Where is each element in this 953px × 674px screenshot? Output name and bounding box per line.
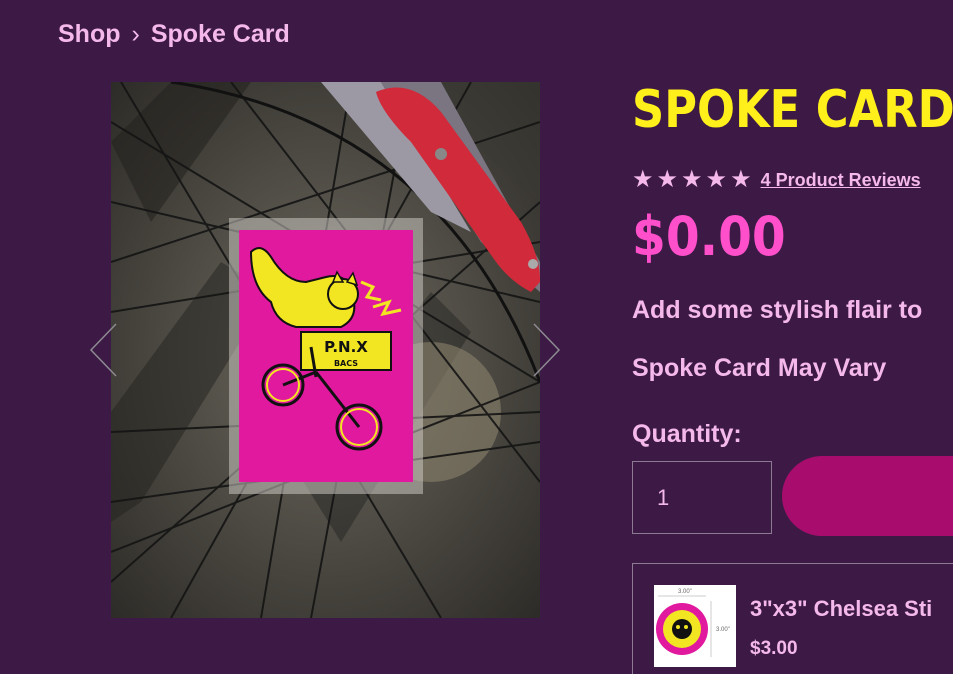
upsell-price: $3.00: [750, 638, 798, 659]
sticker-dim-top: 3.00": [678, 589, 692, 595]
product-description: Add some stylish flair to: [632, 296, 923, 324]
product-title: SPOKE CARD: [632, 80, 953, 140]
card-logo-text: P.N.X: [324, 338, 368, 356]
product-variation-note: Spoke Card May Vary: [632, 354, 887, 382]
upsell-thumbnail[interactable]: 3.00" 3.00": [654, 585, 736, 667]
star-icon: ★: [681, 166, 703, 193]
upsell-name[interactable]: 3"x3" Chelsea Sti: [750, 596, 932, 622]
star-icon: ★: [632, 166, 654, 193]
sticker-image: 3.00" 3.00": [656, 589, 730, 657]
breadcrumb-current: Spoke Card: [150, 20, 290, 48]
product-page: Shop › Spoke Card P.N.X BACS SPOKE CARD …: [0, 0, 953, 674]
star-rating: ★ ★ ★ ★ ★: [632, 168, 752, 192]
quantity-input[interactable]: [632, 461, 772, 534]
product-image[interactable]: P.N.X BACS: [111, 82, 540, 618]
add-to-cart-button[interactable]: [782, 456, 953, 536]
star-icon: ★: [656, 166, 679, 193]
reviews-link[interactable]: 4 Product Reviews: [761, 170, 921, 191]
product-rating: ★ ★ ★ ★ ★ 4 Product Reviews: [632, 168, 921, 192]
quantity-label: Quantity:: [632, 420, 742, 448]
previous-image-chevron-icon[interactable]: [88, 322, 120, 378]
sticker-dim-side: 3.00": [716, 627, 730, 633]
upsell-product[interactable]: 3.00" 3.00" 3"x3" Chelsea Sti $3.00: [632, 563, 953, 674]
breadcrumb-shop-link[interactable]: Shop: [58, 20, 121, 49]
product-photo: P.N.X BACS: [111, 82, 540, 618]
breadcrumb: Shop › Spoke Card: [58, 20, 290, 49]
breadcrumb-separator: ›: [131, 20, 140, 48]
product-price: $0.00: [632, 205, 786, 268]
star-icon: ★: [705, 166, 728, 193]
card-logo-subtext: BACS: [334, 359, 358, 368]
next-image-chevron-icon[interactable]: [530, 322, 562, 378]
star-icon: ★: [730, 166, 752, 193]
